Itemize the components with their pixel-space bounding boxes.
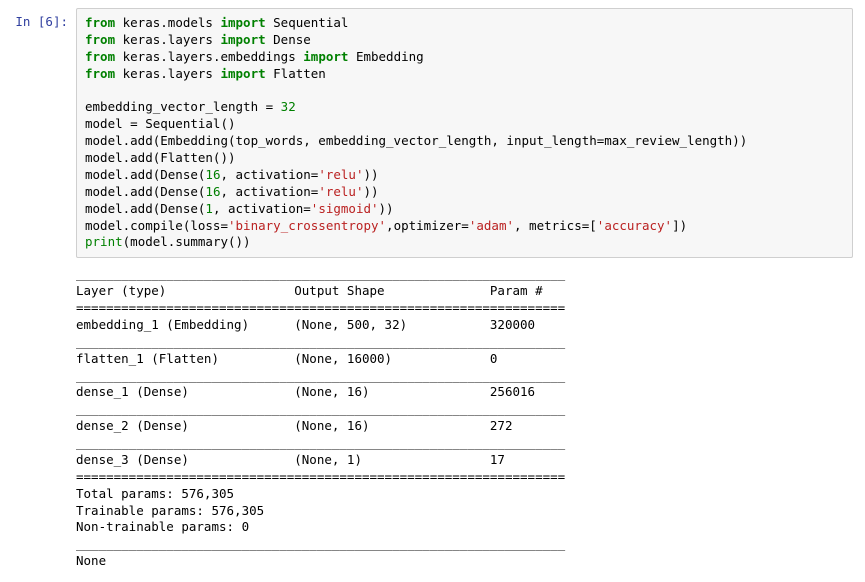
summary-header: Layer (type) Output Shape Param #	[76, 283, 565, 298]
kw-from: from	[85, 15, 115, 30]
kw-from: from	[85, 49, 115, 64]
num-literal: 16	[205, 167, 220, 182]
builtin-print: print	[85, 234, 123, 249]
str-literal: 'accuracy'	[597, 218, 672, 233]
sep-underscore: ________________________________________…	[76, 536, 565, 551]
code-text: ))	[363, 167, 378, 182]
kw-import: import	[220, 32, 265, 47]
output-prompt-spacer	[12, 266, 76, 574]
code-text: , activation=	[213, 201, 311, 216]
code-text: keras.layers.embeddings	[115, 49, 303, 64]
num-literal: 1	[205, 201, 213, 216]
code-text: model.add(Dense(	[85, 167, 205, 182]
code-cell: In [6]: from keras.models import Sequent…	[12, 8, 853, 258]
code-text: , activation=	[220, 167, 318, 182]
total-params: Total params: 576,305	[76, 486, 234, 501]
nontrainable-params: Non-trainable params: 0	[76, 519, 249, 534]
sep-underscore: ________________________________________…	[76, 368, 565, 383]
code-text: Sequential	[266, 15, 349, 30]
trainable-params: Trainable params: 576,305	[76, 503, 264, 518]
code-text: ))	[363, 184, 378, 199]
sep-equals: ========================================…	[76, 300, 565, 315]
code-text: , activation=	[220, 184, 318, 199]
input-prompt: In [6]:	[12, 8, 76, 29]
sep-underscore: ________________________________________…	[76, 401, 565, 416]
code-text: ))	[379, 201, 394, 216]
code-text: keras.layers	[115, 66, 220, 81]
code-text: model.add(Flatten())	[85, 150, 236, 165]
code-text: model.add(Embedding(top_words, embedding…	[85, 133, 747, 148]
code-text: embedding_vector_length =	[85, 99, 281, 114]
code-text: ])	[672, 218, 687, 233]
code-text: keras.layers	[115, 32, 220, 47]
table-row: embedding_1 (Embedding) (None, 500, 32) …	[76, 317, 565, 332]
code-text: Dense	[266, 32, 311, 47]
code-text: , metrics=[	[514, 218, 597, 233]
sep-underscore: ________________________________________…	[76, 435, 565, 450]
code-text: Embedding	[348, 49, 423, 64]
code-text: model = Sequential()	[85, 116, 236, 131]
kw-import: import	[220, 66, 265, 81]
table-row: flatten_1 (Flatten) (None, 16000) 0	[76, 351, 565, 366]
code-text: (model.summary())	[123, 234, 251, 249]
kw-import: import	[303, 49, 348, 64]
code-text: Flatten	[266, 66, 326, 81]
num-literal: 32	[281, 99, 296, 114]
kw-from: from	[85, 32, 115, 47]
code-input-area[interactable]: from keras.models import Sequential from…	[76, 8, 853, 258]
code-text: model.compile(loss=	[85, 218, 228, 233]
kw-from: from	[85, 66, 115, 81]
table-row: dense_1 (Dense) (None, 16) 256016	[76, 384, 565, 399]
num-literal: 16	[205, 184, 220, 199]
str-literal: 'binary_crossentropy'	[228, 218, 386, 233]
sep-equals: ========================================…	[76, 469, 565, 484]
kw-import: import	[220, 15, 265, 30]
str-literal: 'relu'	[318, 167, 363, 182]
sep-underscore: ________________________________________…	[76, 266, 565, 281]
code-text: ,optimizer=	[386, 218, 469, 233]
code-text: model.add(Dense(	[85, 184, 205, 199]
str-literal: 'relu'	[318, 184, 363, 199]
table-row: dense_2 (Dense) (None, 16) 272	[76, 418, 565, 433]
code-text: keras.models	[115, 15, 220, 30]
code-text: model.add(Dense(	[85, 201, 205, 216]
str-literal: 'sigmoid'	[311, 201, 379, 216]
str-literal: 'adam'	[469, 218, 514, 233]
table-row: dense_3 (Dense) (None, 1) 17	[76, 452, 565, 467]
output-row: ________________________________________…	[12, 266, 853, 574]
return-none: None	[76, 553, 106, 568]
stdout-output: ________________________________________…	[76, 266, 853, 574]
sep-underscore: ________________________________________…	[76, 334, 565, 349]
